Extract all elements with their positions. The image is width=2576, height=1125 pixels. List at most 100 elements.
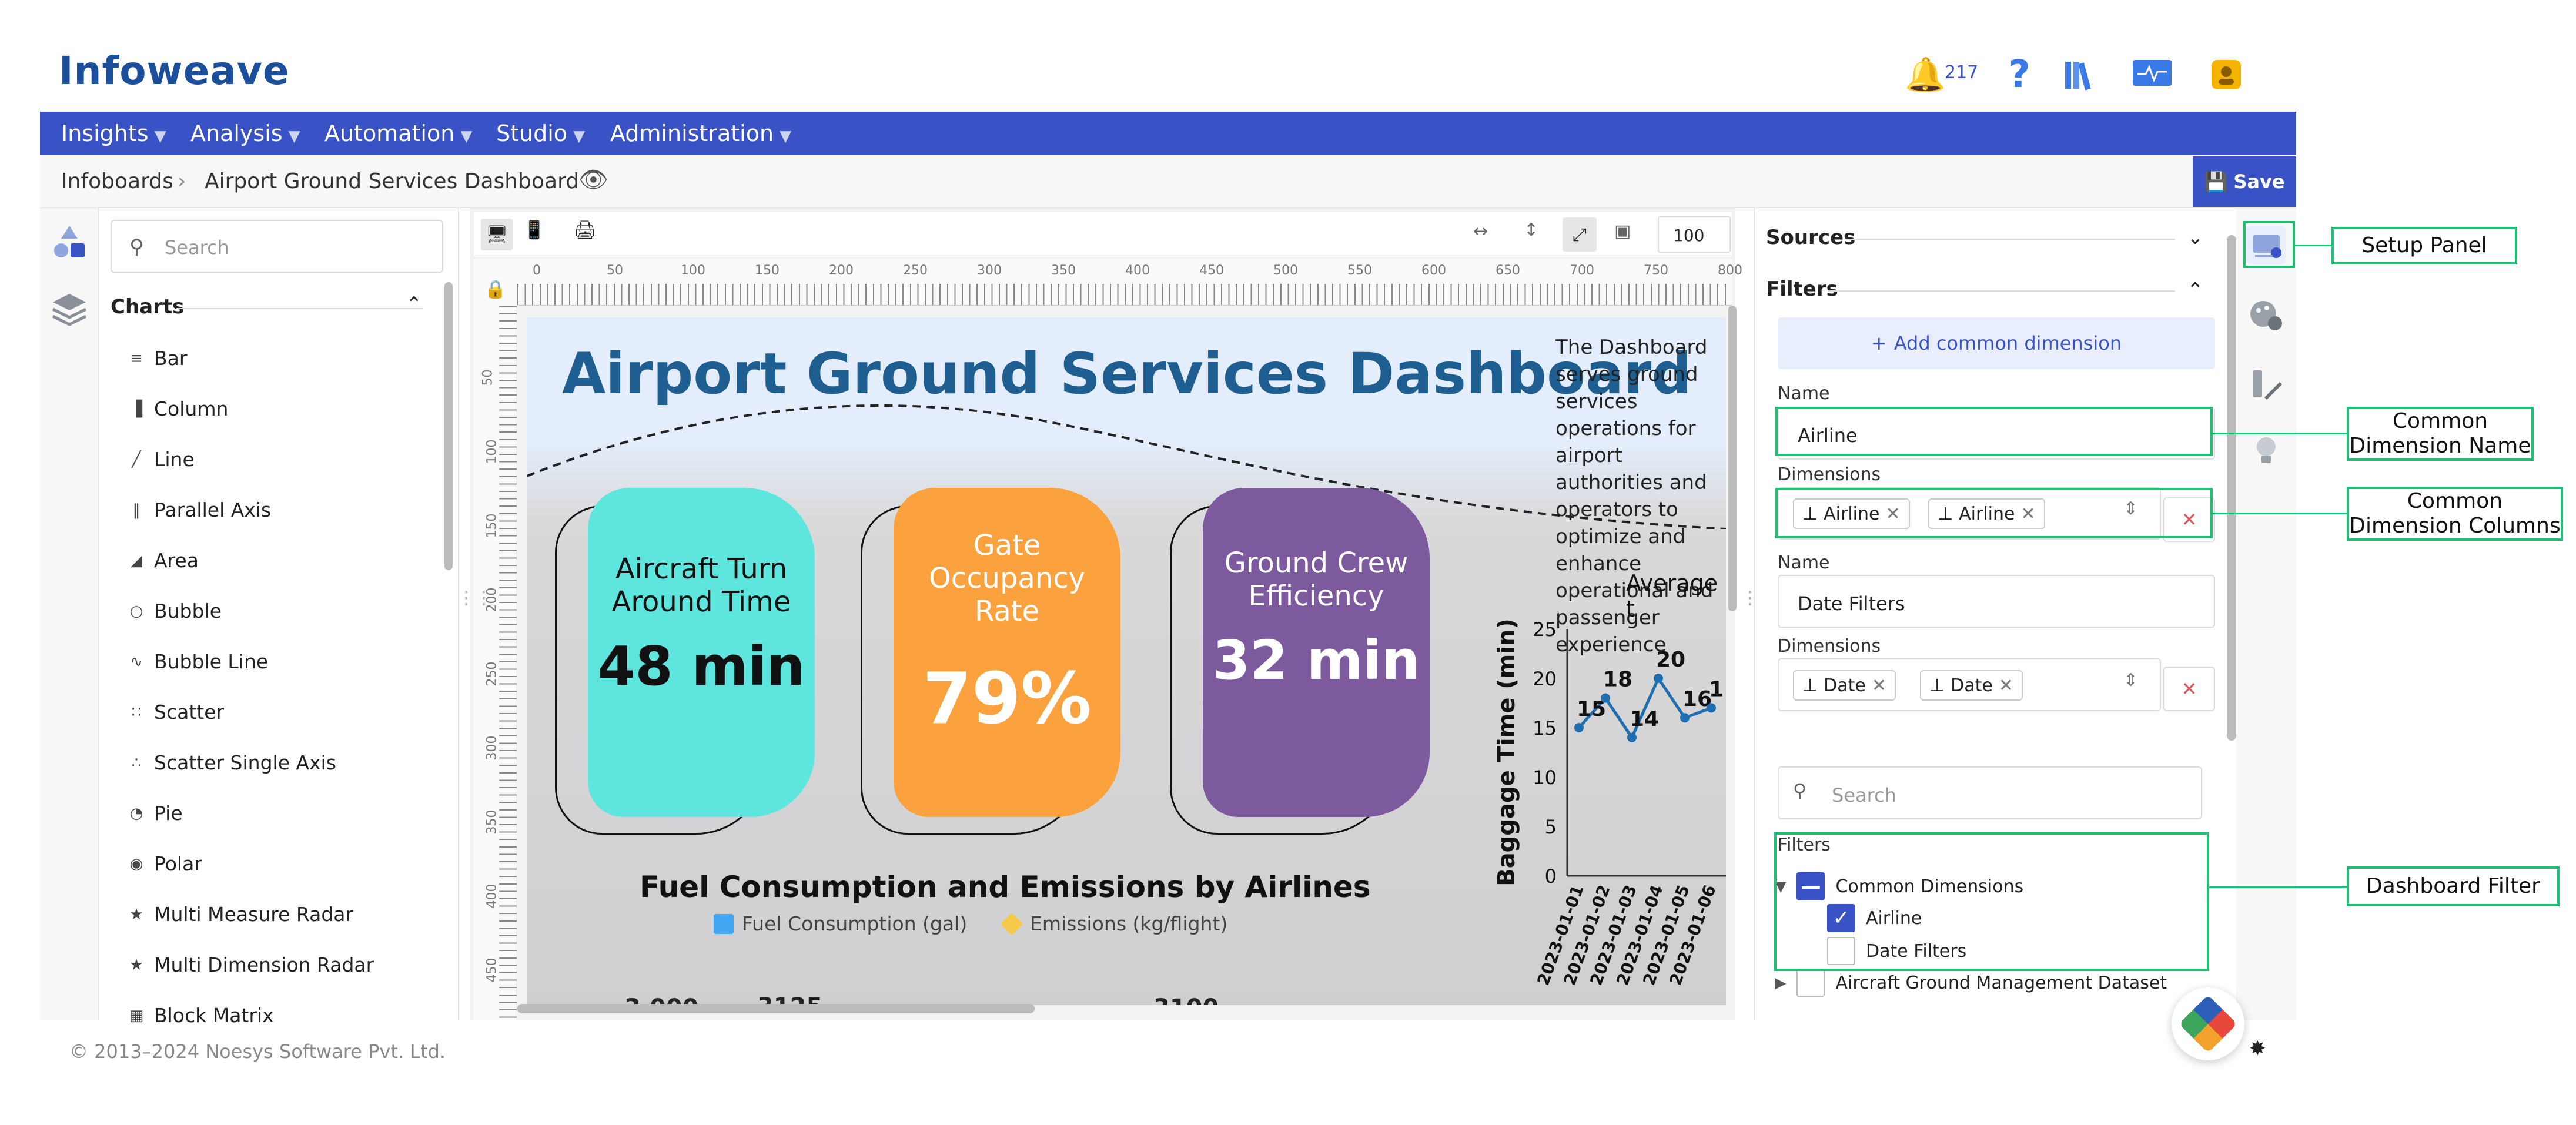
select-stepper-icon[interactable]: ⇕ (2123, 670, 2138, 691)
notification-count: 217 (1945, 62, 1979, 83)
nav-automation[interactable]: Automation ▼ (324, 112, 472, 155)
monitor-icon[interactable] (2132, 54, 2173, 95)
nav-analysis[interactable]: Analysis ▼ (190, 112, 300, 155)
remove-dimension-group-icon[interactable]: ✕ (2163, 667, 2215, 711)
chart-type-item[interactable]: ◉ Polar (128, 852, 202, 875)
widgets-shapes-icon[interactable] (51, 223, 88, 263)
filters-section-title[interactable]: Filters (1766, 277, 1838, 301)
palette-search-input[interactable]: Search (111, 220, 443, 273)
panel-scrollbar[interactable] (2227, 235, 2236, 741)
chevron-down-icon[interactable]: ⌄ (2187, 226, 2204, 249)
mobile-view-icon[interactable]: 📱 (523, 220, 545, 240)
nav-studio[interactable]: Studio ▼ (496, 112, 585, 155)
annotation-dashboard-filter: Dashboard Filter (2347, 866, 2560, 906)
dimension-chip[interactable]: ⊥ Date ✕ (1793, 670, 1896, 701)
ruler-tick-label: 800 (1718, 263, 1742, 278)
library-icon[interactable] (2060, 54, 2101, 95)
ruler-ticks (499, 306, 517, 1020)
remove-chip-icon[interactable]: ✕ (1872, 675, 1886, 696)
app-logo[interactable]: Infoweave (59, 48, 290, 93)
checkbox-unchecked[interactable] (1796, 969, 1825, 997)
chart-type-item[interactable]: ‖ Parallel Axis (128, 498, 272, 521)
annotation-highlight (1775, 488, 2213, 538)
data-label: 3100 (1153, 995, 1219, 1005)
resize-handle-icon[interactable]: ⋮⋮ (457, 588, 493, 608)
chart-type-item[interactable]: ∿ Bubble Line (128, 650, 268, 673)
chart-type-item[interactable]: ▐ Column (128, 397, 228, 420)
fit-height-icon[interactable]: ↕ (1524, 220, 1538, 240)
bug-report-icon[interactable]: ✸ (2249, 1037, 2266, 1060)
ruler-tick-label: 500 (1273, 263, 1298, 278)
charts-section-title[interactable]: Charts (111, 295, 184, 319)
chart-type-label: Line (154, 448, 195, 471)
chevron-up-icon[interactable]: ⌃ (2187, 279, 2204, 302)
ruler-tick-label: 50 (480, 369, 496, 386)
bar-chart-icon: ≡ (130, 349, 143, 367)
chevron-up-icon[interactable]: ⌃ (406, 293, 423, 316)
help-icon[interactable]: ? (1999, 53, 2040, 96)
palette-scrollbar[interactable] (444, 282, 453, 570)
chart-type-item[interactable]: ★ Multi Dimension Radar (128, 953, 374, 976)
user-avatar-icon[interactable] (2206, 54, 2247, 95)
legend-swatch (714, 913, 734, 934)
kpi-crew-efficiency-card: Ground Crew Efficiency 32 min (1203, 488, 1430, 817)
assistant-logo-button[interactable] (2172, 987, 2244, 1060)
dimension-multiselect[interactable]: ⊥ Date ✕ ⊥ Date ✕ ⇕ (1778, 658, 2161, 711)
dimension-icon: ⊥ (1802, 675, 1818, 696)
kpi-title: Gate Occupancy Rate (928, 529, 1086, 628)
sources-section-title[interactable]: Sources (1766, 226, 1855, 249)
chart-type-item[interactable]: ╱ Line (128, 448, 195, 471)
add-common-dimension-button[interactable]: + Add common dimension (1778, 317, 2215, 369)
canvas-vertical-scrollbar[interactable] (1728, 306, 1737, 611)
ruler-tick-label: 400 (484, 883, 500, 909)
settings-brush-icon[interactable] (2247, 364, 2286, 406)
polar-icon: ◉ (129, 855, 143, 873)
remove-chip-icon[interactable]: ✕ (1999, 675, 2013, 696)
canvas-horizontal-scrollbar[interactable] (517, 1004, 1035, 1013)
scatter-single-axis-icon: ∴ (131, 754, 142, 772)
breadcrumb-root[interactable]: Infoboards (61, 169, 173, 193)
lock-icon[interactable]: 🔒 (474, 259, 517, 306)
plus-icon: + (1871, 332, 1887, 354)
dimension-chip[interactable]: ⊥ Date ✕ (1920, 670, 2023, 701)
nav-insights[interactable]: Insights ▼ (61, 112, 166, 155)
y-tick-label: 10 (1533, 766, 1557, 789)
lightbulb-icon[interactable] (2247, 431, 2286, 473)
block-matrix-icon: ▦ (129, 1006, 144, 1024)
caret-right-icon[interactable]: ▶ (1775, 975, 1786, 991)
chart-type-item[interactable]: ∷ Scatter (128, 701, 224, 724)
legend-emissions[interactable]: Emissions (kg/flight) (1000, 912, 1227, 935)
fuel-chart-title: Fuel Consumption and Emissions by Airlin… (640, 870, 1371, 904)
y-tick-label: 20 (1533, 668, 1557, 690)
bell-icon[interactable]: 🔔 (1905, 54, 1946, 95)
theme-palette-icon[interactable] (2247, 296, 2286, 337)
preview-eye-icon[interactable]: 👁 (578, 166, 608, 193)
nav-administration[interactable]: Administration ▼ (610, 112, 791, 155)
kpi-gate-occupancy-card: Gate Occupancy Rate 79% (894, 488, 1120, 817)
zoom-input[interactable]: 100 (1658, 216, 1731, 253)
annotation-setup-panel: Setup Panel (2331, 227, 2517, 264)
chart-type-item[interactable]: ◢ Area (128, 549, 199, 572)
legend-fuel[interactable]: Fuel Consumption (gal) (714, 912, 967, 935)
dimension-icon: ⊥ (1929, 675, 1945, 696)
fit-width-icon[interactable]: ↔ (1473, 221, 1488, 242)
chart-type-item[interactable]: ◔ Pie (128, 802, 183, 825)
actual-size-icon[interactable]: ▣ (1614, 221, 1631, 242)
annotation-connector (2213, 433, 2347, 434)
fit-page-icon[interactable]: ⤢ (1563, 217, 1597, 252)
chart-type-item[interactable]: ▦ Block Matrix (128, 1004, 274, 1027)
layers-icon[interactable] (51, 290, 88, 330)
chart-type-item[interactable]: ≡ Bar (128, 347, 187, 370)
common-dimension-name-input[interactable]: Date Filters (1778, 575, 2215, 628)
ruler-tick-label: 300 (484, 735, 500, 761)
ruler-tick-label: 250 (484, 661, 500, 687)
desktop-view-icon[interactable]: 🖥 (481, 219, 513, 250)
print-icon[interactable]: 🖨 (574, 220, 596, 240)
chart-type-item[interactable]: ○ Bubble (128, 600, 222, 622)
chart-type-item[interactable]: ∴ Scatter Single Axis (128, 751, 336, 774)
chart-type-item[interactable]: ★ Multi Measure Radar (128, 903, 353, 926)
chart-type-label: Multi Dimension Radar (154, 953, 374, 976)
filter-search-input[interactable]: Search (1778, 766, 2202, 819)
tree-node-dataset[interactable]: ▶ Aircraft Ground Management Dataset (1775, 969, 2167, 997)
save-button[interactable]: 💾 Save (2193, 156, 2296, 207)
